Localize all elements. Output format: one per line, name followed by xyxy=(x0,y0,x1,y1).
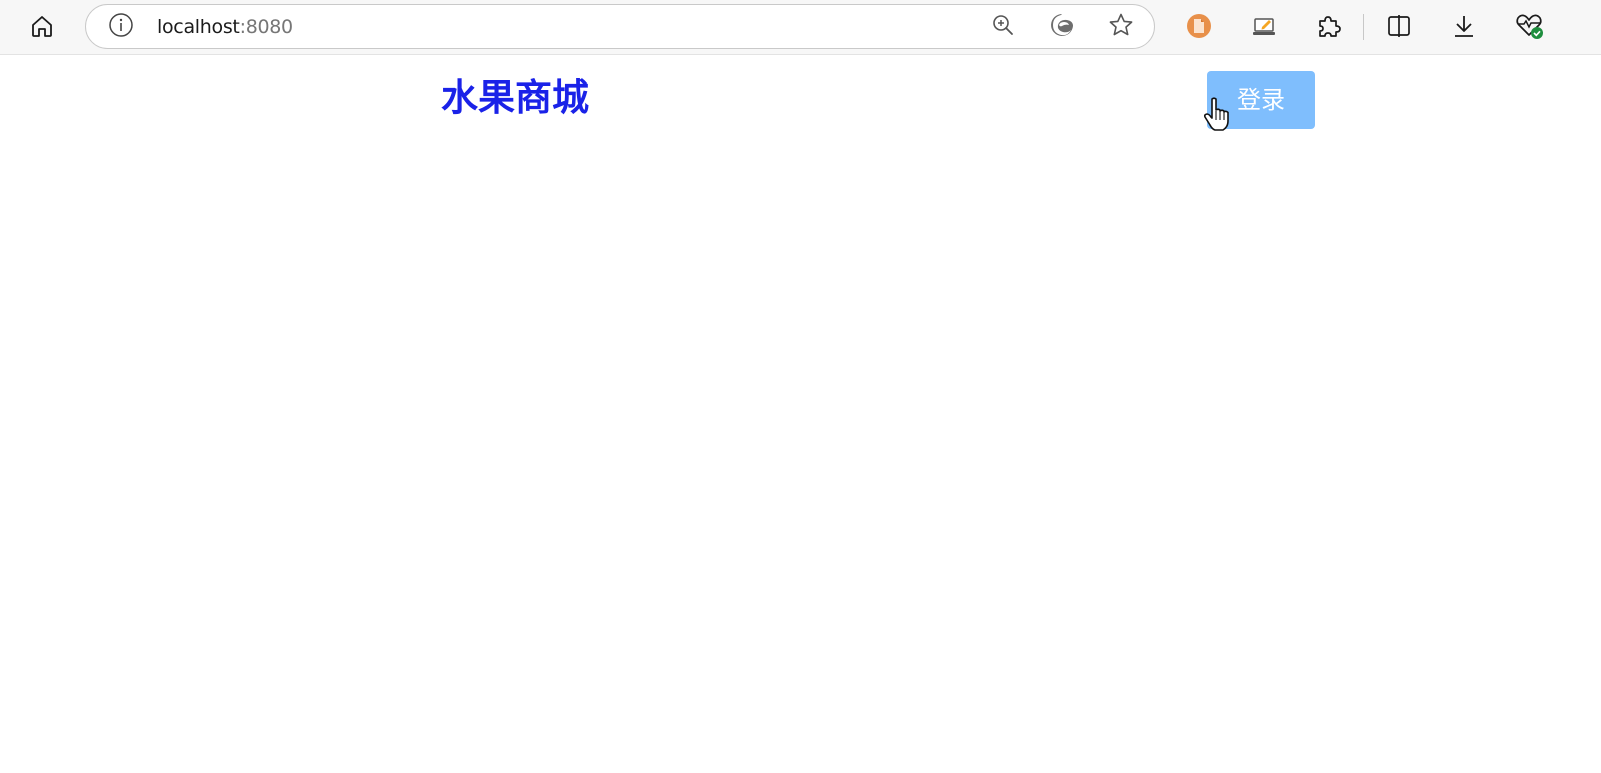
login-button[interactable]: 登录 xyxy=(1207,71,1315,129)
site-info-button[interactable] xyxy=(108,12,134,42)
browser-essentials-button[interactable] xyxy=(1511,8,1547,44)
info-circle-icon xyxy=(108,12,134,42)
edge-button[interactable] xyxy=(1048,13,1076,41)
favorite-button[interactable] xyxy=(1107,13,1135,41)
split-screen-icon xyxy=(1386,13,1412,39)
home-button[interactable] xyxy=(24,8,60,44)
extension-document-button[interactable] xyxy=(1181,8,1217,44)
toolbar-divider xyxy=(1363,14,1364,40)
site-title: 水果商城 xyxy=(441,76,589,119)
document-extension-icon xyxy=(1185,12,1213,40)
split-screen-button[interactable] xyxy=(1381,8,1417,44)
star-outline-icon xyxy=(1108,12,1134,42)
browser-toolbar: localhost:8080 xyxy=(0,0,1601,55)
url-host: localhost xyxy=(157,16,240,38)
downloads-button[interactable] xyxy=(1446,8,1482,44)
heart-pulse-check-icon xyxy=(1514,11,1544,41)
zoom-button[interactable] xyxy=(989,13,1017,41)
puzzle-piece-icon xyxy=(1315,13,1341,39)
laptop-pen-extension-icon xyxy=(1250,12,1278,40)
url-port: :8080 xyxy=(239,16,294,38)
extension-laptop-button[interactable] xyxy=(1246,8,1282,44)
extensions-button[interactable] xyxy=(1310,8,1346,44)
zoom-in-icon xyxy=(991,13,1015,41)
home-icon xyxy=(29,13,55,39)
url-text[interactable]: localhost:8080 xyxy=(157,16,293,38)
download-arrow-icon xyxy=(1451,13,1477,39)
address-bar[interactable]: localhost:8080 xyxy=(85,4,1155,49)
edge-logo-icon xyxy=(1049,12,1075,42)
